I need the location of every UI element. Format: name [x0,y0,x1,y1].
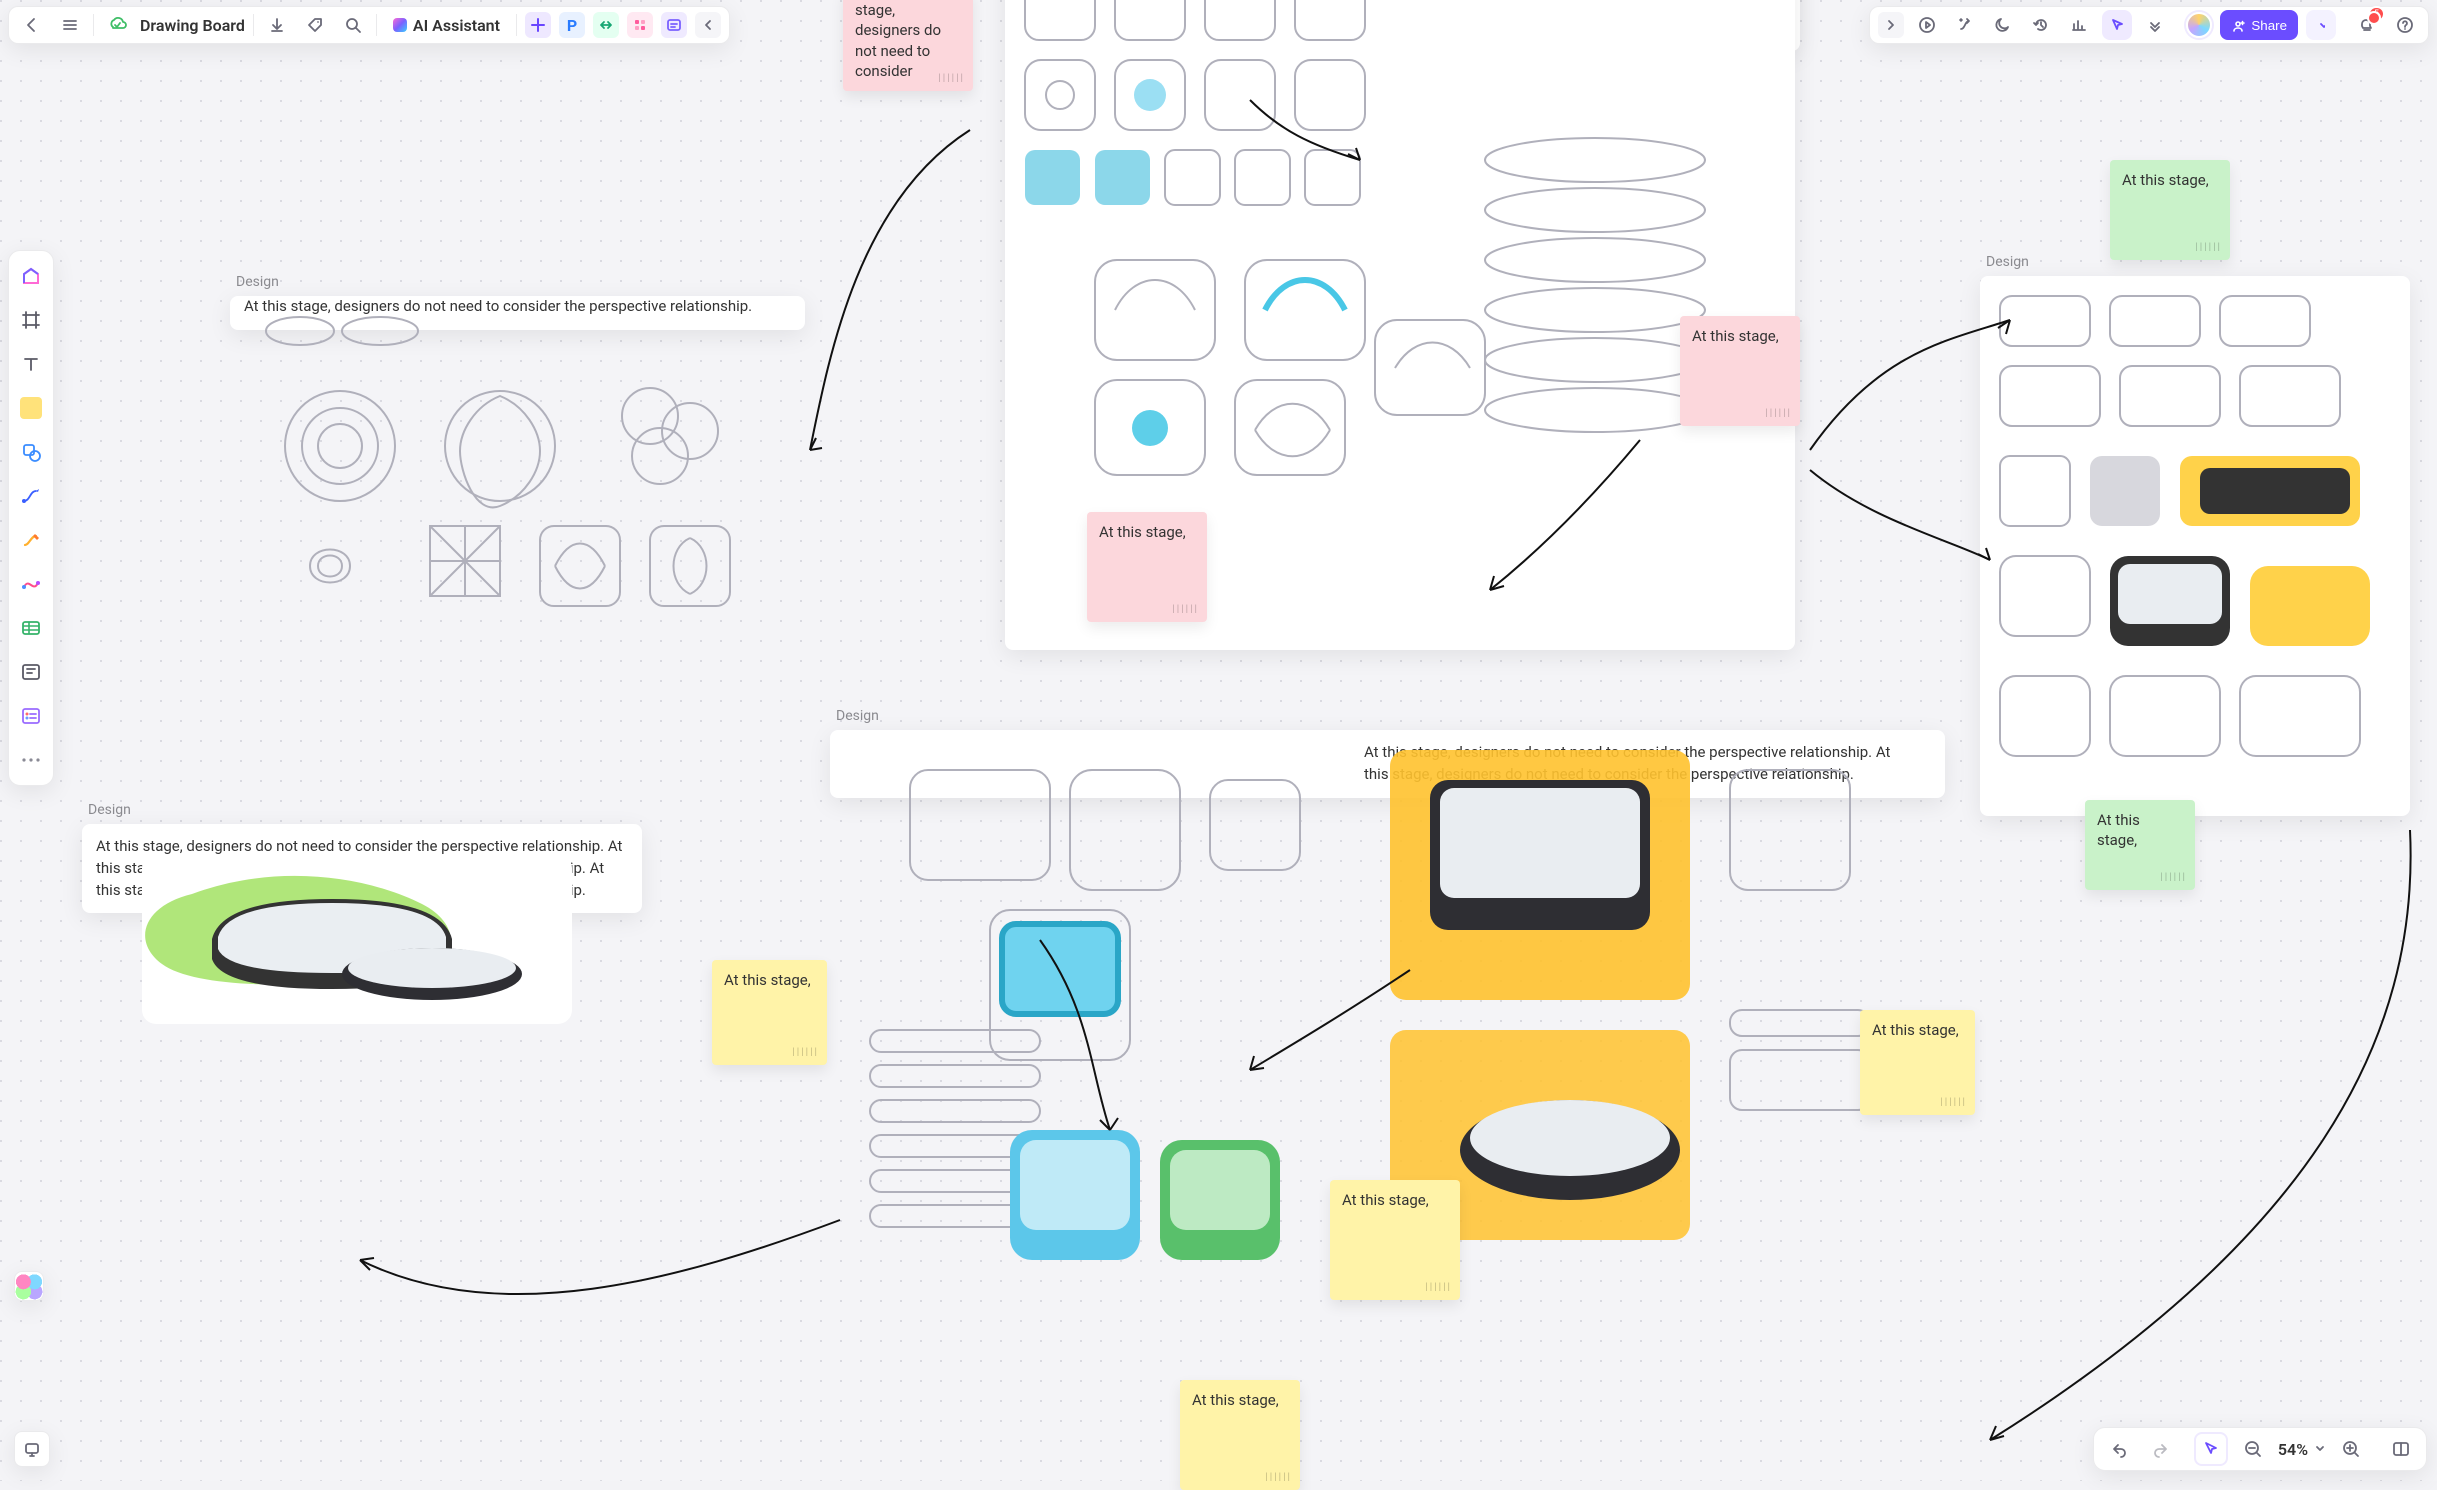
pointer-mode[interactable] [2194,1432,2228,1466]
share-icon [2231,18,2245,32]
sticky-note-pink-2[interactable]: At this stage,|||||| [1087,512,1207,622]
zoom-in-button[interactable] [2334,1432,2368,1466]
notifications-button[interactable]: 5 [2352,10,2382,40]
connector-3 [1800,310,2020,570]
chart-button[interactable] [2064,10,2094,40]
sync-status-icon [102,10,132,40]
shape-tool[interactable] [14,435,48,469]
redo-button[interactable] [2144,1432,2178,1466]
design-card-2[interactable]: Design At this stage, designers do not n… [82,824,642,913]
apps-launcher[interactable] [14,1271,44,1301]
share-label: Share [2251,18,2287,33]
sticky-note-icon [20,397,42,419]
menu-button[interactable] [55,10,85,40]
back-button[interactable] [17,10,47,40]
connector-1b [1240,90,1380,180]
document-title[interactable]: Drawing Board [140,16,245,35]
sketch-right [1980,276,2410,816]
sticky-note-green-1[interactable]: At this stage,|||||| [2110,160,2230,260]
connector-6 [1950,820,2430,1460]
minimap-button[interactable] [2384,1432,2418,1466]
connector-tool[interactable] [14,479,48,513]
user-avatar[interactable] [2186,12,2212,38]
play-button[interactable] [1912,10,1942,40]
cursor-mode-button[interactable] [2102,10,2132,40]
notification-count: 5 [2368,6,2385,22]
sticky-note-yellow-2[interactable]: At this stage,|||||| [1330,1180,1460,1300]
ai-assistant-button[interactable]: AI Assistant [385,12,508,39]
tag-chip-purple[interactable] [525,12,551,38]
toolbar-collapse-left[interactable] [695,12,721,38]
card-label: Design [236,274,279,290]
search-button[interactable] [338,10,368,40]
connector-2 [1480,430,1660,610]
share-options[interactable] [2306,10,2336,40]
undo-button[interactable] [2102,1432,2136,1466]
top-toolbar: Drawing Board AI Assistant P [8,6,730,44]
spark-button[interactable] [1950,10,1980,40]
design-card-5[interactable]: Design [1980,276,2410,816]
more-tools-button[interactable] [2140,10,2170,40]
design-card-1[interactable]: Design [230,296,805,330]
card-label: Design [1986,254,2029,270]
palette-home-icon[interactable] [14,259,48,293]
text-block-tool[interactable] [14,655,48,689]
more-tools[interactable] [14,743,48,777]
board[interactable]: At this stage, designers consider the pe… [0,0,2437,1481]
shape-moon-button[interactable] [1988,10,2018,40]
bottom-controls: 54% [2093,1427,2427,1471]
download-button[interactable] [262,10,292,40]
zoom-out-button[interactable] [2236,1432,2270,1466]
ai-logo-icon [393,18,407,32]
sticky-note-pink-1[interactable]: stage, designers do not need to consider… [843,0,973,91]
tag-chip-violet[interactable] [661,12,687,38]
connector-1 [800,120,1160,480]
help-button[interactable] [2390,10,2420,40]
connector-5 [300,1210,860,1410]
ai-assistant-label: AI Assistant [413,16,500,35]
tag-chip-green[interactable] [593,12,619,38]
share-button[interactable]: Share [2220,10,2298,40]
connector-4 [1030,930,1430,1150]
table-tool[interactable] [14,611,48,645]
tag-chip-blue[interactable]: P [559,12,585,38]
design-card-4[interactable]: Design [830,730,1945,798]
tag-chip-pink[interactable] [627,12,653,38]
sketch-green [82,824,642,1054]
history-button[interactable] [2026,10,2056,40]
zoom-label: 54% [2278,1440,2308,1459]
pen-tool[interactable] [14,523,48,557]
toolbar-collapse-right[interactable] [1878,12,1904,38]
curve-tool[interactable] [14,567,48,601]
sticky-note-yellow-3[interactable]: At this stage,|||||| [1180,1380,1300,1490]
sticky-note-pink-3[interactable]: At this stage,|||||| [1680,316,1800,426]
zoom-level[interactable]: 54% [2278,1440,2326,1459]
presentation-button[interactable] [14,1431,50,1467]
card-label: Design [88,802,131,818]
list-tool[interactable] [14,699,48,733]
sticky-note-yellow-1[interactable]: At this stage,|||||| [712,960,827,1065]
top-right-toolbar: Share 5 [1869,6,2429,44]
sticky-note-tool[interactable] [14,391,48,425]
left-tool-palette [8,250,54,786]
tag-button[interactable] [300,10,330,40]
card-label: Design [836,708,879,724]
frame-tool[interactable] [14,303,48,337]
sketch-roses [230,296,805,626]
chevron-down-icon [2314,1443,2326,1455]
text-tool[interactable] [14,347,48,381]
